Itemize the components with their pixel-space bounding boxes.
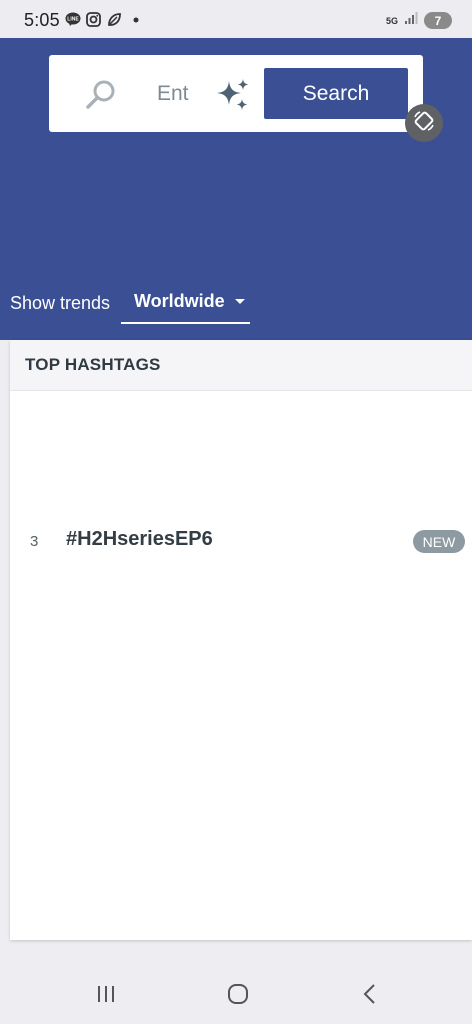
- dot-icon: [127, 11, 144, 28]
- region-dropdown[interactable]: Worldwide: [121, 280, 250, 324]
- battery-icon: 7: [424, 12, 452, 29]
- top-hashtags-card: TOP HASHTAGS 3 #H2HseriesEP6 NEW: [10, 340, 472, 940]
- hashtag-row[interactable]: 3 #H2HseriesEP6 NEW: [10, 520, 472, 562]
- recent-apps-icon[interactable]: [86, 978, 126, 1010]
- chevron-down-icon: [234, 298, 245, 304]
- signal-icon: [404, 11, 418, 30]
- instagram-icon: [85, 11, 102, 28]
- new-badge: NEW: [413, 530, 465, 553]
- home-icon[interactable]: [218, 978, 258, 1010]
- line-app-icon: LINE: [64, 11, 81, 28]
- notification-icons: LINE: [64, 11, 144, 28]
- hashtag-text[interactable]: #H2HseriesEP6: [66, 528, 213, 551]
- search-icon[interactable]: [85, 79, 117, 111]
- region-value: Worldwide: [134, 290, 225, 311]
- hashtag-rank: 3: [30, 533, 39, 550]
- svg-text:LINE: LINE: [67, 17, 79, 23]
- card-title: TOP HASHTAGS: [25, 355, 161, 374]
- battery-level: 7: [434, 13, 442, 28]
- search-button[interactable]: Search: [264, 68, 408, 119]
- leaf-icon: [106, 11, 123, 28]
- show-trends-label: Show trends: [10, 293, 111, 313]
- rotate-icon: [412, 109, 436, 138]
- header-banner: Search Show trends Worldwide: [0, 38, 472, 340]
- status-time: 5:05: [24, 10, 60, 30]
- card-header: TOP HASHTAGS: [10, 340, 472, 391]
- sparkle-icon[interactable]: [215, 77, 251, 113]
- back-icon[interactable]: [350, 978, 390, 1010]
- search-bar: Search: [49, 55, 423, 132]
- network-type: 5G: [385, 15, 398, 26]
- navigation-bar: [0, 960, 472, 1024]
- system-status-icons: 5G 7: [386, 11, 452, 30]
- rotate-screen-button[interactable]: [405, 104, 443, 142]
- status-bar: 5:05 LINE 5G 7: [0, 0, 472, 38]
- search-input[interactable]: [157, 77, 207, 111]
